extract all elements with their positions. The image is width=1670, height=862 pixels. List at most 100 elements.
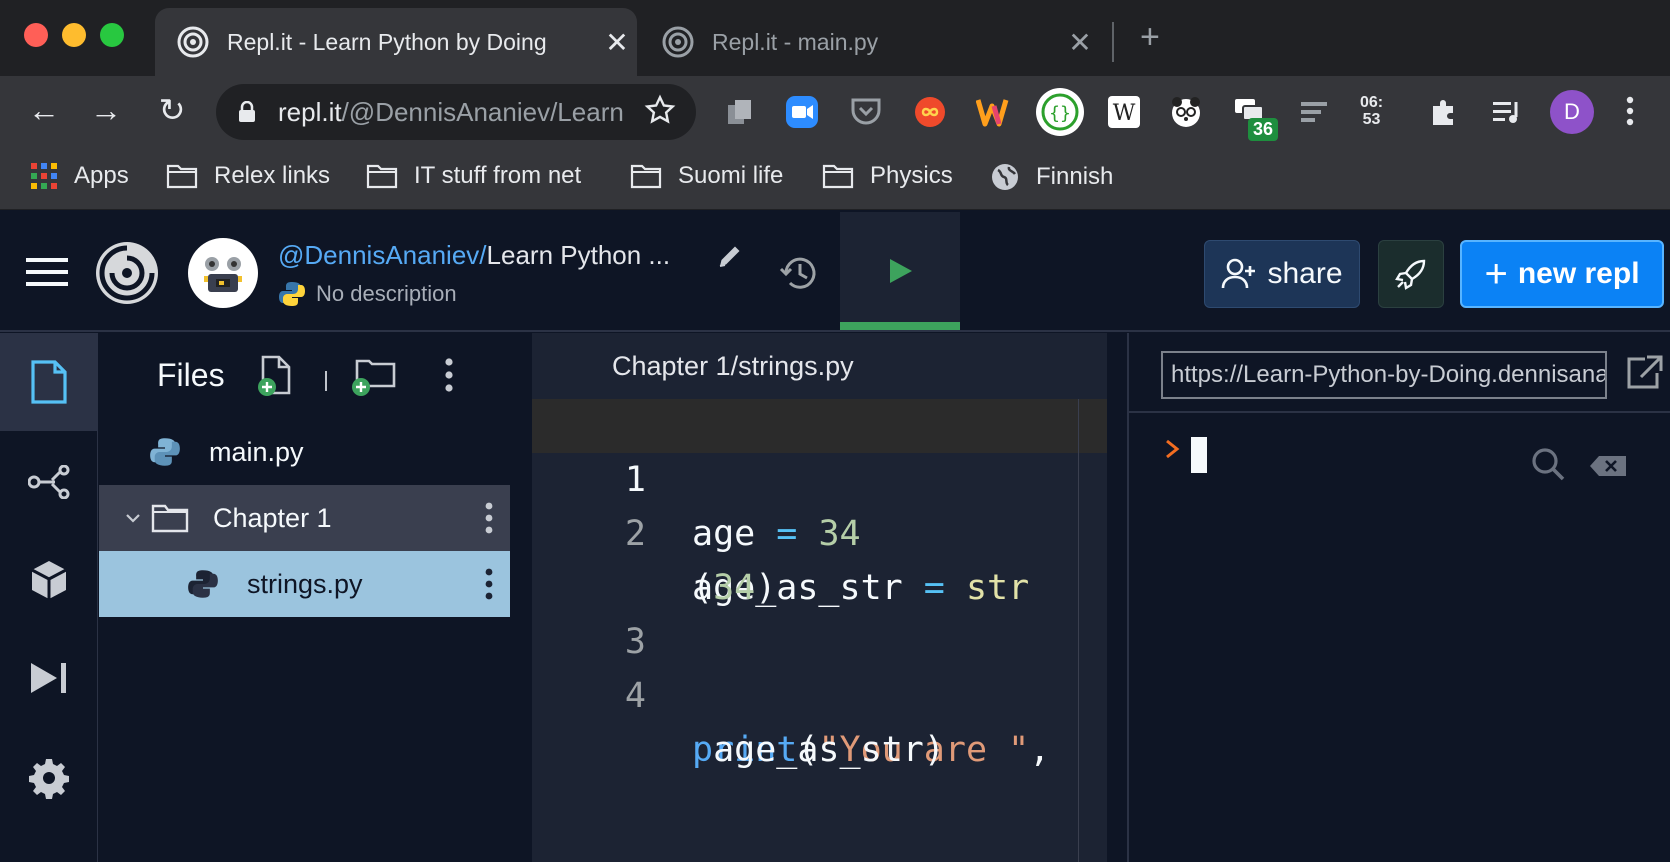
bookmark-suomi-life[interactable]: Suomi life <box>630 162 783 190</box>
bookmark-it-stuff[interactable]: IT stuff from net <box>366 162 581 190</box>
tab-learn-python[interactable]: Repl.it - Learn Python by Doing ✕ <box>155 8 637 76</box>
repl-description[interactable]: No description <box>278 280 457 308</box>
reload-button[interactable]: ↻ <box>150 88 194 132</box>
bookmark-physics[interactable]: Physics <box>822 162 953 190</box>
extension-badge: 36 <box>1248 118 1279 141</box>
cube-icon <box>31 561 67 599</box>
run-button[interactable] <box>840 212 960 330</box>
playlist-icon[interactable] <box>1486 90 1530 134</box>
stitch-icon[interactable]: {} <box>1034 86 1086 138</box>
code-line[interactable]: 2 age_as_str = str <box>532 453 1107 608</box>
tab-close-icon[interactable]: ✕ <box>597 26 637 59</box>
back-button[interactable]: ← <box>22 88 66 132</box>
rocket-icon <box>1395 259 1426 290</box>
file-name: main.py <box>209 436 304 467</box>
clear-console-icon[interactable] <box>1589 455 1627 477</box>
chevron-down-icon[interactable] <box>125 512 141 524</box>
files-title: Files <box>157 357 225 393</box>
w-icon[interactable] <box>972 90 1016 134</box>
plus-icon: + <box>1484 251 1508 296</box>
bookmark-apps[interactable]: Apps <box>30 162 129 190</box>
apps-grid-icon <box>31 163 57 189</box>
zoom-window-button[interactable] <box>100 23 124 47</box>
tab-main-py[interactable]: Repl.it - main.py ✕ <box>640 8 1100 76</box>
file-icon <box>31 360 67 404</box>
zoom-icon[interactable] <box>780 90 824 134</box>
replit-logo-icon[interactable] <box>94 240 160 306</box>
edit-pencil-icon[interactable] <box>716 242 744 270</box>
owner-link[interactable]: @DennisAnaniev <box>278 240 479 270</box>
open-in-new-tab-icon[interactable] <box>1625 355 1663 391</box>
description-text: No description <box>316 281 457 306</box>
profile-avatar[interactable]: D <box>1550 90 1594 134</box>
browser-tab-bar: Repl.it - Learn Python by Doing ✕ Repl.i… <box>0 0 1670 76</box>
bookmark-label: Finnish <box>1036 163 1114 190</box>
new-repl-button[interactable]: + new repl <box>1460 240 1664 308</box>
file-more-icon[interactable] <box>484 567 494 601</box>
globe-icon <box>992 164 1018 190</box>
url-path: /@DennisAnaniev/Learn-Python-by-Doing <box>341 96 623 127</box>
add-folder-icon[interactable] <box>347 353 403 397</box>
rail-debugger[interactable] <box>0 629 98 727</box>
run-indicator <box>840 322 960 330</box>
panda-icon[interactable] <box>1164 90 1208 134</box>
hamburger-menu-icon[interactable] <box>26 256 68 288</box>
code-line[interactable]: 4 print("You are ", <box>532 615 1107 770</box>
project-name[interactable]: Learn Python ... <box>487 240 671 270</box>
code-line[interactable]: 3 <box>532 561 1107 662</box>
bookmark-finnish[interactable]: Finnish <box>990 162 1113 192</box>
share-nodes-icon <box>28 465 70 499</box>
editor-resize-handle[interactable] <box>1107 333 1129 862</box>
minimize-window-button[interactable] <box>62 23 86 47</box>
infinity-icon[interactable] <box>908 90 952 134</box>
editor-file-path: Chapter 1/strings.py <box>612 351 854 381</box>
file-main-py[interactable]: main.py <box>99 419 510 485</box>
share-button[interactable]: share <box>1204 240 1360 308</box>
url-host: repl.it <box>278 96 342 127</box>
wikipedia-icon[interactable]: W <box>1102 90 1146 134</box>
address-bar[interactable]: repl.it/@DennisAnaniev/Learn-Python-by-D… <box>216 84 696 140</box>
clock-icon[interactable]: 06: 53 <box>1360 94 1383 128</box>
folder-more-icon[interactable] <box>484 501 494 535</box>
deploy-button[interactable] <box>1378 240 1444 308</box>
file-name: strings.py <box>247 568 363 599</box>
rail-settings[interactable] <box>0 729 98 827</box>
webview-url-field[interactable]: https://Learn-Python-by-Doing.dennisanan… <box>1161 351 1607 399</box>
bookmark-star-icon[interactable] <box>644 94 676 126</box>
history-icon[interactable] <box>778 252 820 294</box>
rail-packages[interactable] <box>0 531 98 629</box>
search-icon[interactable] <box>1531 447 1565 481</box>
rail-version-control[interactable] <box>0 433 98 531</box>
forward-button[interactable]: → <box>84 88 128 132</box>
bookmark-relex-links[interactable]: Relex links <box>166 162 330 190</box>
rail-files[interactable] <box>0 333 98 431</box>
bookmark-label: IT stuff from net <box>414 162 582 189</box>
new-tab-button[interactable]: + <box>1140 18 1160 57</box>
code-line-wrap[interactable]: (34) <box>532 507 1107 608</box>
svg-text:{}: {} <box>1049 103 1071 124</box>
code-editor[interactable]: Chapter 1/strings.py 1 age = 34 2 age_as… <box>532 333 1107 862</box>
browser-menu-icon[interactable] <box>1626 96 1634 126</box>
files-more-icon[interactable] <box>444 357 454 393</box>
file-strings-py[interactable]: strings.py <box>99 551 510 617</box>
gear-icon <box>29 759 69 799</box>
folder-icon <box>151 504 189 533</box>
code-line[interactable]: 1 age = 34 <box>532 399 1107 554</box>
console-cursor[interactable] <box>1191 437 1207 473</box>
files-resize-handle[interactable] <box>510 333 532 862</box>
tab-title: Repl.it - main.py <box>712 28 879 55</box>
add-file-icon[interactable] <box>257 355 293 397</box>
print-margin-ruler <box>1078 399 1079 862</box>
folder-chapter-1[interactable]: Chapter 1 <box>99 485 510 551</box>
close-window-button[interactable] <box>24 23 48 47</box>
tab-close-icon[interactable]: ✕ <box>1060 26 1100 59</box>
wikipedia-letter: W <box>1113 101 1136 126</box>
puzzle-icon[interactable] <box>1422 90 1466 134</box>
pocket-icon[interactable] <box>844 90 888 134</box>
lines-icon[interactable] <box>1292 90 1336 134</box>
code-line-wrap[interactable]: age_as_str) <box>532 669 1107 770</box>
token-comma: , <box>1029 730 1051 770</box>
robot-avatar-icon <box>204 257 242 292</box>
copy-icon[interactable] <box>718 90 762 134</box>
avatar[interactable] <box>188 238 258 308</box>
